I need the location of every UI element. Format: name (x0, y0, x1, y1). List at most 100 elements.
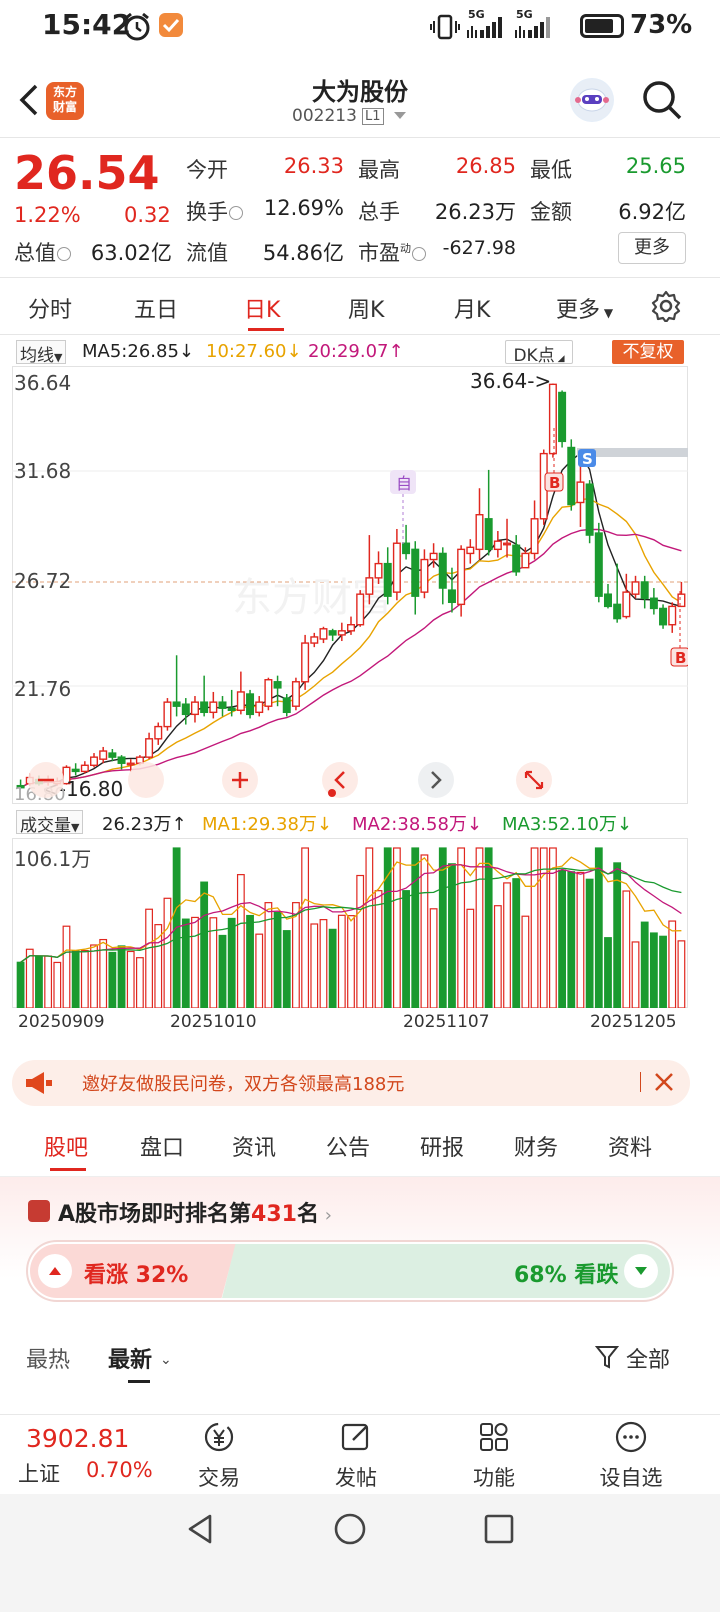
volume-bar (246, 914, 254, 1008)
tab-more-periods[interactable]: 更多 ▼ (556, 292, 613, 324)
candle-body (190, 701, 199, 716)
volume-bar (493, 905, 502, 1008)
ma20-value: 20:29.07↑ (308, 341, 404, 362)
candle-body (402, 542, 411, 555)
triangle-down-icon (635, 1267, 647, 1275)
ma5-value: MA5:26.85↓ (82, 341, 194, 362)
candle-body (282, 697, 291, 714)
promo-text[interactable]: 邀好友做股民问卷，双方各领最高188元 (82, 1070, 404, 1096)
scroll-right-button[interactable] (418, 762, 454, 798)
candle-body (319, 628, 328, 640)
candle-body (603, 593, 612, 608)
date-label-3: 20251107 (403, 1012, 490, 1032)
nav-trade[interactable]: 交易 (174, 1420, 264, 1492)
tab-research[interactable]: 研报 (420, 1130, 464, 1162)
sort-hottest[interactable]: 最热 (26, 1342, 70, 1374)
info-icon[interactable] (57, 247, 71, 261)
nav-post-label: 发帖 (335, 1466, 377, 1490)
vote-up-button[interactable] (38, 1254, 72, 1288)
active-tab-indicator (50, 1168, 86, 1171)
volume-chart[interactable]: 106.1万 (12, 838, 688, 1008)
volume-bar (558, 869, 567, 1008)
candle-body (640, 581, 649, 599)
tab-five-day[interactable]: 五日 (134, 292, 178, 324)
volume-max-label: 106.1万 (14, 847, 91, 871)
candle-body (484, 518, 493, 551)
sort-newest[interactable]: 最新 (108, 1342, 152, 1374)
volume-bar (181, 918, 190, 1008)
volume-bar (282, 930, 291, 1008)
chevron-down-icon[interactable]: ⌄ (160, 1352, 172, 1368)
grid-icon (480, 1423, 508, 1451)
nav-functions[interactable]: 功能 (449, 1420, 539, 1492)
volume-bar (539, 847, 548, 1008)
candle-body (512, 544, 521, 573)
no-adjust-button[interactable]: 不复权 (612, 340, 684, 364)
volume-bar (392, 847, 401, 1008)
system-recents-icon[interactable] (482, 1512, 516, 1546)
tab-daily-k[interactable]: 日K (244, 292, 280, 324)
nav-add-watchlist[interactable]: 设自选 (586, 1420, 676, 1492)
volume-bar (484, 847, 493, 1008)
system-back-icon[interactable] (184, 1512, 218, 1546)
volume-bar (677, 940, 686, 1008)
buy-marker-2-label: B (675, 649, 686, 667)
candle-body (273, 681, 282, 689)
index-name[interactable]: 上证 (18, 1458, 60, 1488)
tab-weekly-k[interactable]: 周K (348, 292, 384, 324)
chevron-down-icon[interactable] (394, 112, 406, 119)
volume-bar (503, 882, 511, 1008)
tab-guba[interactable]: 股吧 (44, 1130, 88, 1162)
dk-point-button[interactable]: DK点 ◢ (505, 340, 573, 366)
volume-bar (236, 874, 245, 1008)
gear-icon[interactable] (650, 290, 682, 322)
tab-monthly-k[interactable]: 月K (454, 292, 490, 324)
filter-icon[interactable] (595, 1344, 619, 1370)
volume-bar (255, 933, 264, 1008)
divider (640, 1072, 641, 1092)
index-change[interactable]: 0.70% (86, 1458, 153, 1482)
open-label: 今开 (186, 158, 228, 182)
candle-body (337, 630, 346, 636)
filter-all[interactable]: 全部 (626, 1342, 670, 1374)
volume-bar (356, 874, 365, 1008)
tab-intraday[interactable]: 分时 (28, 292, 72, 324)
chart-control-button[interactable] (128, 762, 164, 798)
tab-finance[interactable]: 财务 (514, 1130, 558, 1162)
search-icon[interactable] (640, 78, 684, 122)
close-icon[interactable] (652, 1070, 676, 1094)
assistant-robot-icon[interactable] (570, 78, 614, 122)
scroll-left-button[interactable] (322, 762, 358, 798)
candle-body (227, 707, 236, 711)
indicator-selector[interactable]: 成交量▼ (16, 810, 84, 836)
date-label-1: 20250909 (18, 1012, 105, 1032)
volume-value: 26.23万 (434, 200, 516, 224)
candle-body (613, 603, 622, 620)
battery-percent: 73% (630, 10, 693, 40)
candle-body (301, 642, 310, 683)
volume-bar (374, 890, 383, 1008)
nav-post[interactable]: 发帖 (311, 1420, 401, 1492)
high-value: 26.85 (455, 154, 516, 178)
candle-body (346, 624, 356, 632)
system-home-icon[interactable] (333, 1512, 367, 1546)
current-price: 26.54 (14, 146, 160, 200)
vote-down-button[interactable] (624, 1254, 658, 1288)
candle-body (420, 558, 429, 593)
alarm-icon (124, 12, 150, 41)
info-icon[interactable] (412, 247, 426, 261)
tab-order-book[interactable]: 盘口 (140, 1130, 184, 1162)
tab-news[interactable]: 资讯 (232, 1130, 276, 1162)
high-label: 最高 (358, 158, 400, 182)
data-level-badge[interactable]: L1 (362, 108, 384, 125)
tab-profile[interactable]: 资料 (608, 1130, 652, 1162)
candle-body (383, 562, 392, 597)
ranking-text[interactable]: A股市场即时排名第431名 › (58, 1196, 332, 1228)
ma-selector[interactable]: 均线▼ (16, 340, 67, 366)
candle-body (365, 577, 374, 595)
more-quote-button[interactable]: 更多 (618, 232, 686, 264)
candle-body (677, 593, 686, 608)
index-value[interactable]: 3902.81 (26, 1424, 129, 1453)
tab-announcements[interactable]: 公告 (326, 1130, 370, 1162)
kline-chart[interactable]: 东方财富 36.64 31.68 26.72 21.76 36.64-> <-1… (12, 366, 688, 804)
